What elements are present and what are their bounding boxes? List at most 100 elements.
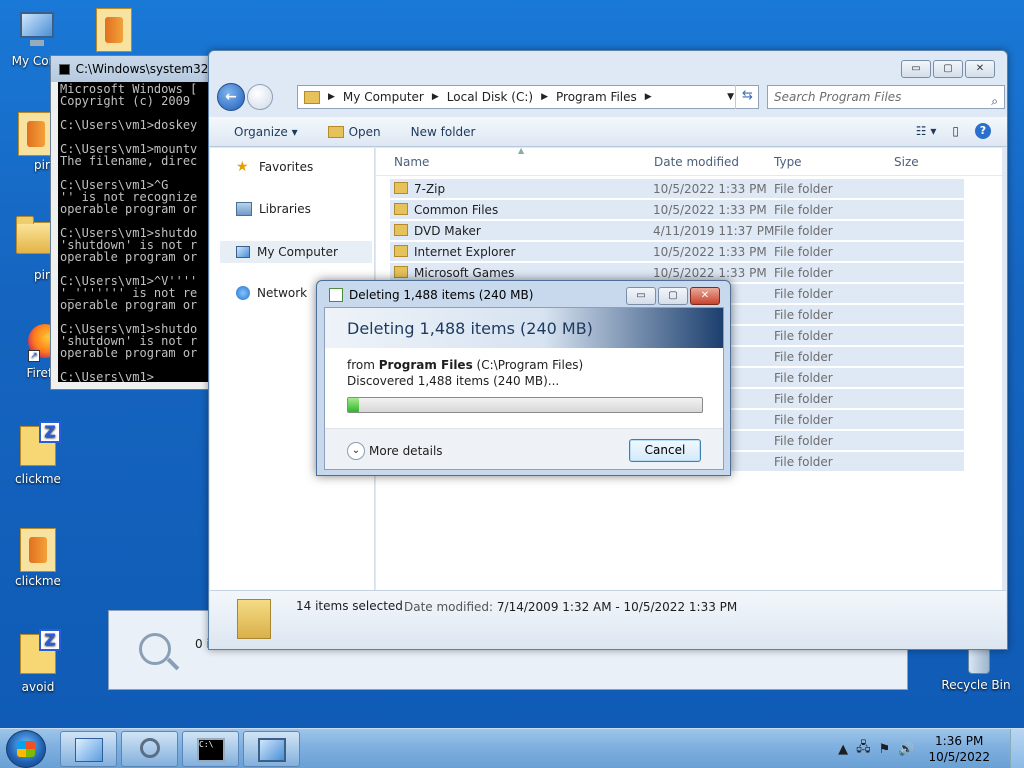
address-bar-row: ← ▶ My Computer ▶ Local Disk (C:) ▶ Prog… bbox=[217, 81, 1005, 113]
forward-button[interactable] bbox=[247, 84, 273, 110]
column-name[interactable]: Name bbox=[394, 155, 429, 169]
desktop-icon-label: clickme bbox=[15, 574, 61, 588]
preview-pane-icon[interactable]: ▯ bbox=[952, 124, 959, 138]
view-options-icon[interactable]: ☷ ▾ bbox=[916, 124, 937, 138]
breadcrumb-my-computer[interactable]: My Computer bbox=[343, 90, 424, 104]
row-type: File folder bbox=[774, 182, 833, 196]
search-icon[interactable]: ⌕ bbox=[991, 90, 998, 112]
system-tray: ▲ 🖧 ⚑ 🔊 1:36 PM 10/5/2022 bbox=[838, 729, 1024, 768]
clock[interactable]: 1:36 PM 10/5/2022 bbox=[928, 733, 990, 765]
refresh-button[interactable]: ⇆ bbox=[735, 85, 759, 109]
action-center-icon[interactable]: ⚑ bbox=[879, 742, 891, 757]
close-button[interactable]: ✕ bbox=[690, 287, 720, 305]
breadcrumb-local-disk[interactable]: Local Disk (C:) bbox=[447, 90, 533, 104]
window-controls: ▭ ▢ ✕ bbox=[901, 60, 995, 78]
cmd-icon: C:\ bbox=[197, 738, 225, 762]
column-size[interactable]: Size bbox=[894, 155, 919, 169]
chevron-right-icon[interactable]: ▶ bbox=[432, 92, 439, 102]
folder-icon bbox=[394, 266, 408, 278]
details-pane: 14 items selected Date modified: 7/14/20… bbox=[210, 590, 1006, 649]
row-date: 10/5/2022 1:33 PM bbox=[653, 245, 767, 259]
nav-my-computer[interactable]: My Computer bbox=[220, 241, 372, 263]
desktop-icon-clickme-2[interactable]: clickme bbox=[2, 528, 74, 588]
taskbar-cmd[interactable]: C:\ bbox=[182, 731, 239, 767]
show-desktop-button[interactable] bbox=[1010, 729, 1024, 768]
table-row[interactable]: Microsoft Games 10/5/2022 1:33 PM File fol… bbox=[390, 262, 964, 282]
back-button[interactable]: ← bbox=[217, 83, 245, 111]
nav-favorites[interactable]: ★ Favorites bbox=[236, 160, 313, 174]
dialog-titlebar[interactable]: Deleting 1,488 items (240 MB) bbox=[329, 288, 533, 302]
chevron-right-icon[interactable]: ▶ bbox=[645, 92, 652, 102]
table-row[interactable]: Internet Explorer 10/5/2022 1:33 PM File f… bbox=[390, 241, 964, 261]
dialog-window-controls: ▭ ▢ ✕ bbox=[626, 287, 720, 305]
dialog-heading: Deleting 1,488 items (240 MB) bbox=[325, 308, 723, 348]
open-button[interactable]: Open bbox=[327, 125, 381, 139]
console-line: operable program or bbox=[60, 346, 198, 360]
taskbar: C:\ ▲ 🖧 ⚑ 🔊 1:36 PM 10/5/2022 bbox=[0, 728, 1024, 768]
table-row[interactable]: Common Files 10/5/2022 1:33 PM File folder bbox=[390, 199, 964, 219]
cancel-button[interactable]: Cancel bbox=[629, 439, 701, 462]
volume-icon[interactable]: 🔊 bbox=[898, 742, 914, 757]
help-icon[interactable]: ? bbox=[975, 123, 991, 139]
more-details-toggle[interactable]: ⌄ More details bbox=[347, 442, 443, 460]
nav-libraries[interactable]: Libraries bbox=[236, 202, 311, 216]
clock-time: 1:36 PM bbox=[935, 734, 984, 748]
chevron-down-icon[interactable]: ▼ bbox=[727, 92, 734, 102]
show-hidden-icon[interactable]: ▲ bbox=[838, 742, 848, 757]
desktop-icon-avoid[interactable]: Z avoid bbox=[2, 629, 74, 694]
zip-icon: Z bbox=[16, 629, 61, 678]
recycle-bin-icon bbox=[954, 646, 998, 676]
minimize-button[interactable]: ▭ bbox=[901, 60, 931, 78]
taskbar-control-panel[interactable] bbox=[60, 731, 117, 767]
desktop-icon-folder-top[interactable] bbox=[78, 8, 150, 54]
new-folder-button[interactable]: New folder bbox=[411, 125, 476, 139]
chevron-right-icon[interactable]: ▶ bbox=[541, 92, 548, 102]
file-icon bbox=[16, 528, 60, 572]
address-bar[interactable]: ▶ My Computer ▶ Local Disk (C:) ▶ Progra… bbox=[297, 85, 759, 109]
column-type[interactable]: Type bbox=[774, 155, 802, 169]
table-row[interactable]: DVD Maker 4/11/2019 11:37 PM File folder bbox=[390, 220, 964, 240]
taskbar-explorer[interactable] bbox=[243, 731, 300, 767]
column-date-modified[interactable]: Date modified bbox=[654, 155, 739, 169]
table-row[interactable]: 7-Zip 10/5/2022 1:33 PM File folder bbox=[390, 178, 964, 198]
taskbar-search[interactable] bbox=[121, 731, 178, 767]
discovered-status: Discovered 1,488 items (240 MB)... bbox=[347, 374, 560, 388]
desktop-icon-recycle-bin[interactable]: Recycle Bin bbox=[940, 646, 1012, 692]
row-type: File folder bbox=[774, 413, 833, 427]
network-icon[interactable]: 🖧 bbox=[856, 738, 871, 760]
control-panel-icon bbox=[75, 738, 103, 762]
library-icon bbox=[236, 202, 252, 216]
close-button[interactable]: ✕ bbox=[965, 60, 995, 78]
desktop-icon-clickme-1[interactable]: Z clickme bbox=[2, 421, 74, 486]
nav-network[interactable]: Network bbox=[236, 286, 307, 300]
console-line: operable program or bbox=[60, 202, 198, 216]
row-name: 7-Zip bbox=[414, 182, 446, 196]
minimize-button[interactable]: ▭ bbox=[626, 287, 656, 305]
clock-date: 10/5/2022 bbox=[928, 750, 990, 764]
computer-icon bbox=[236, 246, 250, 258]
folder-icon bbox=[394, 224, 408, 236]
start-button[interactable] bbox=[6, 730, 46, 768]
row-type: File folder bbox=[774, 287, 833, 301]
row-type: File folder bbox=[774, 371, 833, 385]
cmd-window[interactable]: C:\Windows\system32\c Microsoft Windows … bbox=[50, 55, 220, 390]
row-name: Microsoft Games bbox=[414, 266, 515, 280]
cmd-console[interactable]: Microsoft Windows [Copyright (c) 2009 C:\… bbox=[58, 82, 219, 382]
breadcrumb-program-files[interactable]: Program Files bbox=[556, 90, 637, 104]
maximize-button[interactable]: ▢ bbox=[933, 60, 963, 78]
console-line: operable program or bbox=[60, 298, 198, 312]
search-input[interactable]: Search Program Files ⌕ bbox=[767, 85, 1005, 109]
folder-icon bbox=[394, 182, 408, 194]
console-line: C:\Users\vm1>doskey bbox=[60, 118, 198, 132]
row-type: File folder bbox=[774, 203, 833, 217]
zip-icon: Z bbox=[16, 421, 61, 470]
console-line: operable program or bbox=[60, 250, 198, 264]
source-line: from Program Files (C:\Program Files) bbox=[347, 358, 584, 372]
maximize-button[interactable]: ▢ bbox=[658, 287, 688, 305]
organize-button[interactable]: Organize ▾ bbox=[234, 125, 298, 139]
computer-icon bbox=[258, 738, 286, 762]
folder-icon bbox=[237, 599, 271, 639]
row-type: File folder bbox=[774, 329, 833, 343]
cmd-titlebar[interactable]: C:\Windows\system32\c bbox=[51, 56, 219, 82]
progress-fill bbox=[348, 398, 359, 412]
